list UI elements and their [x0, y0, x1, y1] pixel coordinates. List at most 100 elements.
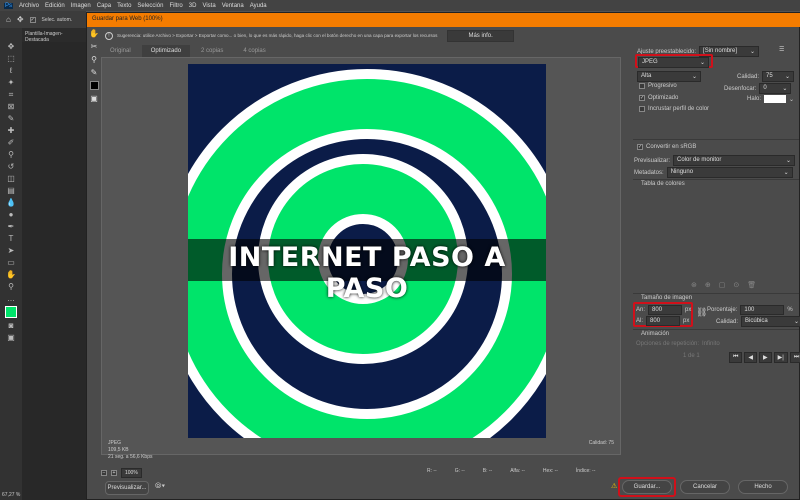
menu-texto[interactable]: Texto [117, 3, 131, 9]
blur-input[interactable]: 0 ⌄ [759, 83, 792, 94]
map-color-icon[interactable]: ⊛ [691, 281, 697, 289]
percent-input[interactable]: 100 [740, 305, 785, 315]
tab-4-up[interactable]: 4 copias [234, 45, 274, 57]
home-icon[interactable]: ⌂ [6, 15, 11, 24]
height-label: Al: [636, 318, 644, 324]
next-frame-icon[interactable]: ▶| [773, 352, 788, 363]
matte-swatch[interactable] [764, 95, 787, 103]
quick-mask-icon[interactable]: ◙ [9, 321, 14, 330]
zoom-tool-icon[interactable]: ⚲ [91, 55, 97, 64]
readout-index: Índice: -- [575, 468, 596, 474]
lock-color-icon[interactable]: ▢ [719, 281, 726, 289]
shape-icon[interactable]: ▭ [7, 258, 15, 267]
preview-canvas[interactable]: INTERNET PASO A PASO JPEG 109,5 KB 21 se… [101, 57, 621, 460]
auto-select-checkbox[interactable]: ✓ [29, 16, 36, 23]
image-info: JPEG 109,5 KB 21 seg. a 56,6 Kbps [108, 440, 152, 461]
percent-value: 100 [744, 307, 755, 313]
type-icon[interactable]: T [9, 234, 14, 243]
tab-original[interactable]: Original [101, 45, 140, 57]
browser-icon[interactable]: ⦾▾ [155, 481, 165, 491]
web-shift-icon[interactable]: ⊕ [705, 281, 711, 289]
preview-select[interactable]: Color de monitor ⌄ [673, 155, 796, 166]
more-info-button[interactable]: Más info. [447, 29, 514, 42]
document-area [22, 42, 86, 500]
optimized-checkbox[interactable]: ✓ [639, 95, 645, 101]
format-select[interactable]: JPEG ⌄ [638, 57, 709, 68]
zoom-out-icon[interactable]: − [101, 470, 107, 476]
zoom-select[interactable]: 100% [121, 468, 142, 478]
menu-ventana[interactable]: Ventana [222, 3, 244, 9]
magic-wand-icon[interactable]: ✦ [8, 78, 15, 87]
play-icon[interactable]: ▶ [759, 352, 772, 363]
eyedropper-tool-icon[interactable]: ✎ [91, 68, 98, 77]
dodge-icon[interactable]: ● [9, 210, 14, 219]
menu-capa[interactable]: Capa [97, 3, 111, 9]
menu-seleccion[interactable]: Selección [137, 3, 163, 9]
animation-label: Animación [641, 331, 670, 337]
screen-mode-icon[interactable]: ▣ [7, 333, 15, 342]
slice-select-icon[interactable]: ✂ [91, 42, 98, 51]
save-button[interactable]: Guardar... [622, 480, 672, 494]
delete-color-icon[interactable]: 🗑 [747, 281, 756, 289]
embed-profile-label: Incrustar perfil de color [648, 106, 710, 112]
more-tools-icon[interactable]: … [7, 294, 15, 303]
progressive-checkbox[interactable] [639, 83, 645, 89]
blur-icon[interactable]: 💧 [6, 198, 16, 207]
height-input[interactable]: 800 [646, 316, 681, 326]
resample-select[interactable]: Bicúbica ⌄ [741, 316, 800, 327]
quality-input[interactable]: 75 ⌄ [762, 71, 795, 82]
srgb-checkbox[interactable]: ✓ [637, 144, 643, 150]
width-unit: px [685, 307, 692, 313]
document-tab[interactable]: Plantilla-Imagen-Destacada [22, 28, 86, 43]
link-proportions-icon[interactable]: ⛓ [696, 307, 707, 318]
zoom-icon[interactable]: ⚲ [8, 282, 14, 291]
blur-value: 0 [763, 85, 767, 91]
embed-profile-checkbox[interactable] [639, 106, 645, 112]
last-frame-icon[interactable]: ⏭ [789, 352, 800, 363]
stamp-icon[interactable]: ⚲ [8, 150, 14, 159]
hand-tool-icon[interactable]: ✋ [89, 29, 99, 38]
hint-bar: ! Sugerencia: utilice Archivo > Exportar… [101, 29, 800, 42]
matte-dropdown-icon[interactable]: ⌄ [789, 96, 794, 103]
cancel-button[interactable]: Cancelar [680, 480, 730, 494]
hand-icon[interactable]: ✋ [6, 270, 16, 279]
eyedropper-icon[interactable]: ✎ [8, 114, 15, 123]
new-color-icon[interactable]: ⊙ [733, 281, 739, 289]
panel-menu-icon[interactable]: ☰ [779, 46, 784, 53]
color-swatches[interactable] [5, 306, 17, 318]
menu-ayuda[interactable]: Ayuda [250, 3, 267, 9]
menu-filtro[interactable]: Filtro [169, 3, 182, 9]
move-icon[interactable]: ✥ [17, 15, 24, 24]
crop-tool-icon[interactable]: ⌗ [9, 90, 14, 99]
eraser-icon[interactable]: ◫ [7, 174, 15, 183]
preview-button[interactable]: Previsualizar... [105, 481, 149, 495]
zoom-in-icon[interactable]: + [111, 470, 117, 476]
menu-archivo[interactable]: Archivo [19, 3, 39, 9]
marquee-tool-icon[interactable]: ⬚ [7, 54, 15, 63]
eyedropper-color-swatch[interactable] [89, 81, 99, 90]
tab-optimized[interactable]: Optimizado [141, 45, 191, 57]
gradient-icon[interactable]: ▤ [7, 186, 15, 195]
quality-level-select[interactable]: Alta ⌄ [637, 71, 701, 82]
menu-bar: Ps Archivo Edición Imagen Capa Texto Sel… [0, 0, 800, 11]
lasso-tool-icon[interactable]: ℓ [10, 66, 13, 75]
menu-imagen[interactable]: Imagen [71, 3, 91, 9]
width-input[interactable]: 800 [648, 305, 683, 315]
move-tool-icon[interactable]: ✥ [8, 42, 15, 51]
metadata-select[interactable]: Ninguno ⌄ [666, 167, 793, 178]
path-select-icon[interactable]: ➤ [8, 246, 15, 255]
healing-icon[interactable]: ✚ [8, 126, 15, 135]
brush-icon[interactable]: ✐ [8, 138, 15, 147]
tab-2-up[interactable]: 2 copias [192, 45, 232, 57]
prev-frame-icon[interactable]: ◀ [744, 352, 758, 363]
frame-tool-icon[interactable]: ⊠ [8, 102, 15, 111]
resample-label: Calidad: [716, 318, 739, 325]
menu-edicion[interactable]: Edición [45, 3, 65, 9]
done-button[interactable]: Hecho [738, 480, 788, 494]
pen-icon[interactable]: ✒ [8, 222, 15, 231]
menu-3d[interactable]: 3D [189, 3, 197, 9]
history-brush-icon[interactable]: ↺ [8, 162, 15, 171]
menu-vista[interactable]: Vista [202, 3, 215, 9]
toggle-slices-icon[interactable]: ▣ [90, 94, 98, 103]
first-frame-icon[interactable]: ⏮ [729, 352, 743, 363]
